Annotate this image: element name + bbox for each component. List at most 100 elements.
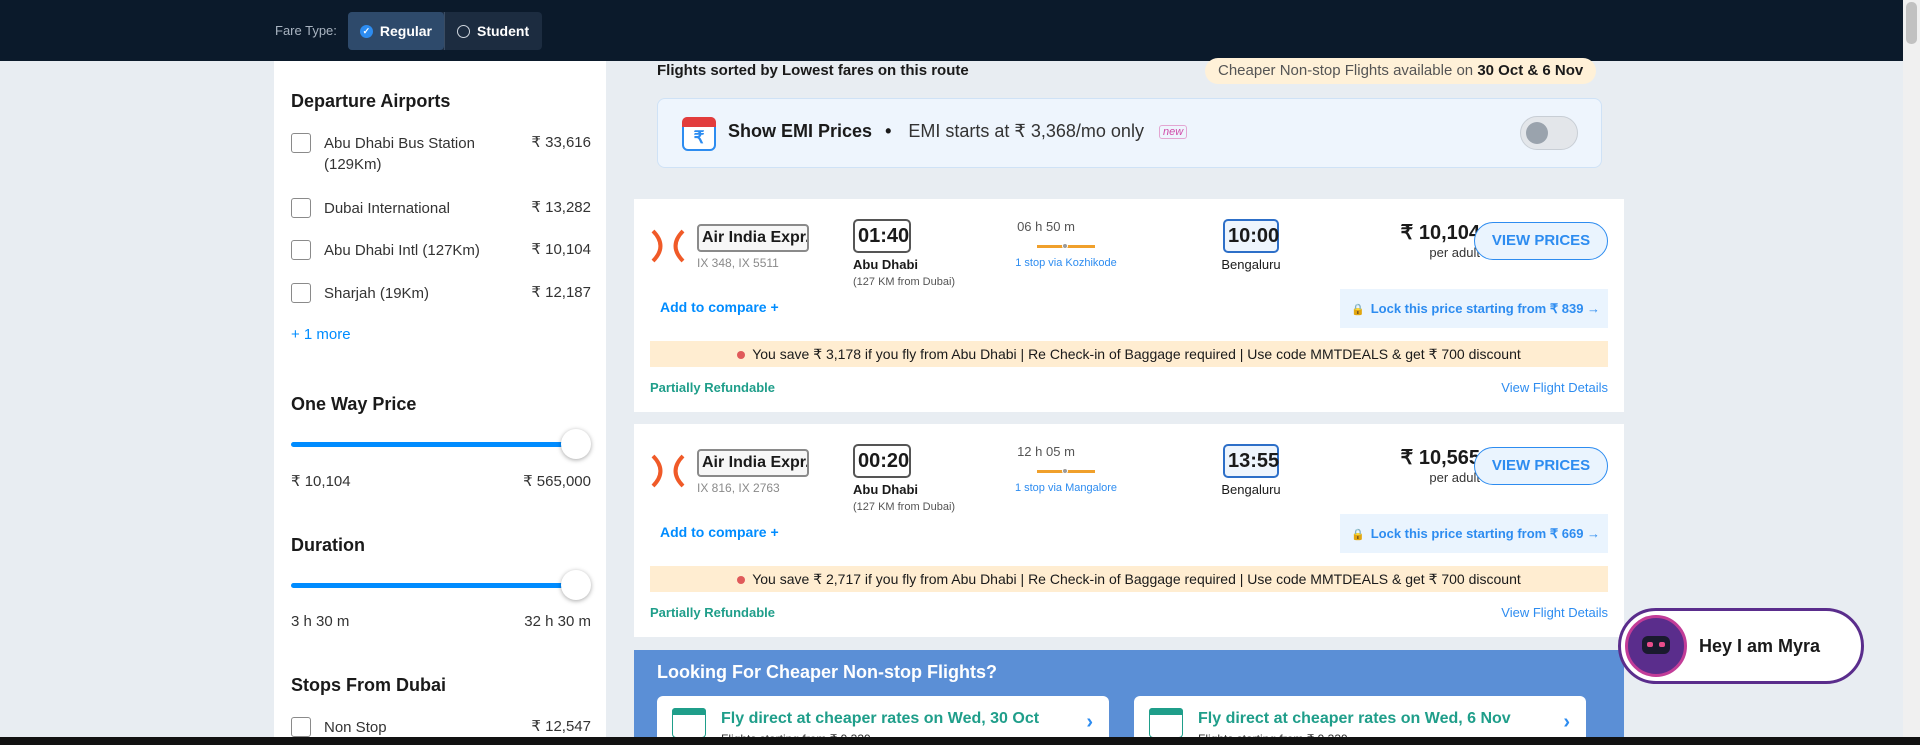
departure-distance: (127 KM from Dubai): [853, 501, 956, 513]
lock-price-text: Lock this price starting from ₹ 839 →: [1370, 301, 1601, 316]
myra-avatar: [1625, 615, 1687, 677]
filter-price: ₹ 12,547: [531, 718, 591, 735]
chevron-right-icon: ›: [1086, 711, 1093, 733]
fare-option-label: Regular: [379, 23, 432, 39]
refund-status: Partially Refundable: [650, 605, 775, 620]
duration-slider-handle[interactable]: [561, 570, 591, 600]
filter-sidebar: Departure Airports Abu Dhabi Bus Station…: [274, 61, 606, 745]
more-airports-link[interactable]: + 1 more: [291, 326, 351, 343]
savings-text: You save ₹ 3,178 if you fly from Abu Dha…: [752, 346, 1521, 362]
emi-separator: •: [885, 121, 892, 141]
dot-icon: [737, 351, 746, 360]
filter-item-abu-dhabi-intl[interactable]: Abu Dhabi Intl (127Km) ₹ 10,104: [291, 240, 591, 261]
flight-card: Air India Expr... IX 348, IX 5511 01:40 …: [634, 199, 1624, 412]
cheaper-pill-text: Cheaper Non-stop Flights available on: [1218, 62, 1478, 79]
stop-dot: [1062, 468, 1068, 474]
chevron-right-icon: ›: [1563, 711, 1570, 733]
emi-text: Show EMI Prices • EMI starts at ₹ 3,368/…: [728, 121, 1188, 142]
per-adult-label: per adult: [1429, 245, 1480, 260]
emi-toggle[interactable]: [1520, 116, 1578, 150]
filter-label: Non Stop: [324, 719, 387, 736]
emi-subtitle: EMI starts at ₹ 3,368/mo only: [908, 121, 1144, 141]
check-icon: ✓: [360, 24, 373, 38]
filter-label: Dubai International: [324, 200, 450, 217]
filter-price: ₹ 12,187: [531, 284, 591, 301]
fare-option-label: Student: [477, 23, 530, 39]
lock-price-button[interactable]: 🔒 Lock this price starting from ₹ 669 →: [1340, 514, 1608, 553]
checkbox[interactable]: [291, 717, 311, 737]
fare-option-student[interactable]: Student: [445, 12, 541, 50]
price-max-label: ₹ 565,000: [523, 473, 591, 490]
add-to-compare-link[interactable]: Add to compare +: [660, 299, 779, 315]
emi-calendar-icon: ₹: [682, 117, 716, 151]
page-scrollbar[interactable]: [1903, 0, 1920, 737]
filter-item-dubai-intl[interactable]: Dubai International ₹ 13,282: [291, 198, 591, 219]
robot-face-icon: [1642, 636, 1670, 654]
airline-logo-icon: [651, 454, 685, 488]
myra-chat-button[interactable]: Hey I am Myra: [1618, 608, 1864, 684]
top-bar: Fare Type: ✓ Regular Student: [0, 0, 1920, 61]
departure-airports-title: Departure Airports: [291, 91, 451, 111]
departure-distance: (127 KM from Dubai): [853, 276, 956, 288]
filter-item-abu-dhabi-bus[interactable]: Abu Dhabi Bus Station (129Km) ₹ 33,616: [291, 133, 591, 175]
flight-price: ₹ 10,565: [1400, 447, 1480, 469]
filter-item-sharjah[interactable]: Sharjah (19Km) ₹ 12,187: [291, 283, 591, 304]
direct-flight-text: Fly direct at cheaper rates on Wed, 6 No…: [1198, 710, 1511, 727]
robot-eye: [1659, 642, 1665, 647]
fare-type-selector: ✓ Regular Student: [348, 12, 542, 50]
savings-banner: You save ₹ 3,178 if you fly from Abu Dha…: [650, 341, 1608, 367]
checkbox[interactable]: [291, 240, 311, 260]
fare-option-regular[interactable]: ✓ Regular: [348, 12, 444, 50]
one-way-price-title: One Way Price: [291, 394, 417, 414]
view-flight-details-link[interactable]: View Flight Details: [1501, 605, 1608, 620]
flight-number: IX 816, IX 2763: [697, 481, 780, 495]
nonstop-title: Looking For Cheaper Non-stop Flights?: [657, 662, 997, 682]
checkbox[interactable]: [291, 133, 311, 153]
lock-price-button[interactable]: 🔒 Lock this price starting from ₹ 839 →: [1340, 289, 1608, 328]
view-flight-details-link[interactable]: View Flight Details: [1501, 380, 1608, 395]
filter-label: Sharjah (19Km): [324, 285, 430, 302]
departure-city: Abu Dhabi: [853, 257, 918, 272]
savings-banner: You save ₹ 2,717 if you fly from Abu Dha…: [650, 566, 1608, 592]
calendar-icon: [1149, 708, 1183, 738]
view-prices-button[interactable]: VIEW PRICES: [1474, 222, 1608, 260]
filter-label: Abu Dhabi Intl (127Km): [324, 242, 480, 259]
refund-status: Partially Refundable: [650, 380, 775, 395]
radio-icon: [457, 24, 470, 38]
toggle-knob: [1526, 122, 1548, 144]
per-adult-label: per adult: [1429, 470, 1480, 485]
filter-price: ₹ 13,282: [531, 199, 591, 216]
savings-text: You save ₹ 2,717 if you fly from Abu Dha…: [752, 571, 1521, 587]
filter-item-non-stop[interactable]: Non Stop ₹ 12,547: [291, 717, 591, 738]
arrival-city: Bengaluru: [1221, 482, 1281, 497]
arrival-time: 13:55: [1223, 444, 1279, 478]
add-to-compare-link[interactable]: Add to compare +: [660, 524, 779, 540]
stop-dot: [1062, 243, 1068, 249]
airline-name: Air India Expr...: [697, 449, 809, 477]
price-slider-track[interactable]: [291, 442, 575, 447]
duration-slider-track[interactable]: [291, 583, 575, 588]
checkbox[interactable]: [291, 283, 311, 303]
stop-via[interactable]: 1 stop via Mangalore: [996, 482, 1136, 494]
scrollbar-thumb[interactable]: [1906, 2, 1917, 44]
departure-time: 01:40: [853, 219, 911, 253]
flight-duration: 06 h 50 m: [1017, 219, 1075, 234]
calendar-icon: [672, 708, 706, 738]
departure-time: 00:20: [853, 444, 911, 478]
airline-name: Air India Expr...: [697, 224, 809, 252]
arrival-city: Bengaluru: [1221, 257, 1281, 272]
flight-number: IX 348, IX 5511: [697, 256, 779, 270]
duration-title: Duration: [291, 535, 365, 555]
lock-icon: 🔒: [1351, 529, 1365, 541]
duration-min-label: 3 h 30 m: [291, 613, 350, 630]
duration-max-label: 32 h 30 m: [524, 613, 591, 630]
price-slider-handle[interactable]: [561, 429, 591, 459]
view-prices-button[interactable]: VIEW PRICES: [1474, 447, 1608, 485]
checkbox[interactable]: [291, 198, 311, 218]
cheaper-nonstop-pill[interactable]: Cheaper Non-stop Flights available on 30…: [1205, 58, 1597, 84]
emi-title: Show EMI Prices: [728, 121, 873, 141]
flight-card: Air India Expr... IX 816, IX 2763 00:20 …: [634, 424, 1624, 637]
dot-icon: [737, 576, 746, 585]
arrival-time: 10:00: [1223, 219, 1279, 253]
stop-via[interactable]: 1 stop via Kozhikode: [996, 257, 1136, 269]
